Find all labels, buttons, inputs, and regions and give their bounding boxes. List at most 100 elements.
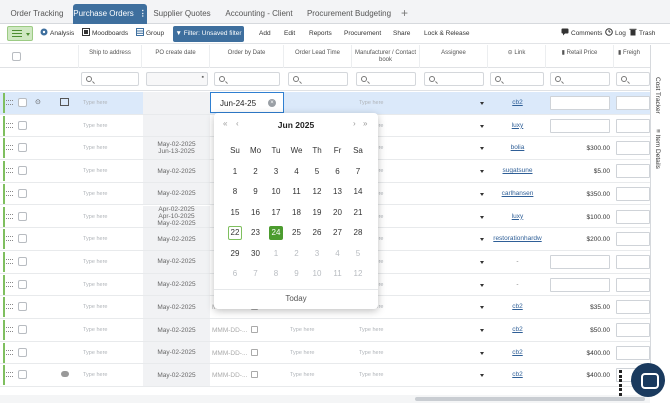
freight-input[interactable] xyxy=(616,300,650,315)
header-freight[interactable]: ▮ Freigh xyxy=(614,45,650,68)
ship-to-cell[interactable]: Type here xyxy=(83,123,107,129)
next-year-icon[interactable]: » xyxy=(363,119,367,128)
drag-handle-icon[interactable] xyxy=(6,236,13,242)
link-cell[interactable]: cb2 xyxy=(490,371,545,378)
calendar-day[interactable]: 4 xyxy=(290,165,304,179)
calendar-day[interactable]: 12 xyxy=(310,185,324,199)
calendar-day[interactable]: 28 xyxy=(351,226,365,240)
tab-order-tracking[interactable]: Order Tracking xyxy=(4,4,70,24)
item-details-tab[interactable]: ≡ Item Details xyxy=(654,129,661,169)
calendar-day[interactable]: 3 xyxy=(310,247,324,261)
row-checkbox[interactable] xyxy=(18,188,27,198)
today-button[interactable]: Today xyxy=(214,294,378,303)
ship-to-cell[interactable]: Type here xyxy=(83,100,107,106)
chat-button[interactable] xyxy=(631,363,665,397)
moodboards-button[interactable]: Moodboards xyxy=(82,27,128,41)
retail-price-input[interactable] xyxy=(550,277,610,292)
freight-input[interactable] xyxy=(616,209,650,224)
calendar-day[interactable]: 6 xyxy=(331,165,345,179)
clear-icon[interactable]: × xyxy=(268,99,276,107)
calendar-day[interactable]: 11 xyxy=(290,185,304,199)
header-manufacturer[interactable]: Manufacturer / Contact book xyxy=(352,45,420,68)
link-cell[interactable]: luxy xyxy=(490,213,545,220)
assignee-dropdown-icon[interactable] xyxy=(480,306,484,310)
assignee-dropdown-icon[interactable] xyxy=(480,215,484,219)
table-row[interactable]: Type here May-02-2025 MMM-DD-... Type here T… xyxy=(0,341,650,365)
link-cell[interactable]: restorationhardw xyxy=(490,235,545,242)
detail-icon[interactable] xyxy=(60,98,69,106)
drag-handle-icon[interactable] xyxy=(6,168,13,174)
menu-button[interactable] xyxy=(7,26,33,41)
group-button[interactable]: Group xyxy=(136,27,164,41)
row-checkbox[interactable] xyxy=(18,302,27,312)
drag-handle-icon[interactable] xyxy=(6,349,13,355)
row-checkbox[interactable] xyxy=(18,120,27,130)
row-checkbox[interactable] xyxy=(18,143,27,153)
calendar-day[interactable]: 3 xyxy=(269,165,283,179)
manufacturer-cell[interactable]: Type here xyxy=(359,372,383,378)
calendar-day[interactable]: 30 xyxy=(249,247,263,261)
retail-price-cell[interactable]: $400.00 xyxy=(548,372,611,379)
calendar-day[interactable]: 9 xyxy=(290,267,304,281)
drag-handle-icon[interactable] xyxy=(6,145,13,151)
calendar-day[interactable]: 29 xyxy=(228,247,242,261)
ship-to-cell[interactable]: Type here xyxy=(83,327,107,333)
tab-supplier-quotes[interactable]: Supplier Quotes xyxy=(150,4,214,24)
tab-more-icon[interactable]: ⋮ xyxy=(139,4,147,24)
freight-input[interactable] xyxy=(616,141,650,156)
calendar-day[interactable]: 6 xyxy=(228,267,242,281)
drag-handle-icon[interactable] xyxy=(6,122,13,128)
header-link[interactable]: ⊝ Link xyxy=(488,45,546,68)
order-by-cell[interactable]: MMM-DD-... xyxy=(212,348,259,357)
link-cell[interactable]: cb2 xyxy=(490,303,545,310)
assignee-dropdown-icon[interactable] xyxy=(480,102,484,105)
retail-price-input[interactable] xyxy=(550,254,610,269)
calendar-day[interactable]: 23 xyxy=(249,226,263,240)
link-cell[interactable]: cb2 xyxy=(490,99,545,106)
manufacturer-cell[interactable]: Type here xyxy=(359,350,383,356)
order-by-cell[interactable]: MMM-DD-... xyxy=(212,371,259,379)
lead-time-filter[interactable] xyxy=(288,72,348,86)
lock-release-button[interactable]: Lock & Release xyxy=(424,27,470,41)
edit-button[interactable]: Edit xyxy=(284,27,295,41)
ship-to-cell[interactable]: Type here xyxy=(83,350,107,356)
header-ship-to[interactable]: Ship to address xyxy=(79,45,142,68)
comments-button[interactable]: Comments xyxy=(561,27,602,41)
add-button[interactable]: Add xyxy=(259,27,271,41)
calendar-day[interactable]: 26 xyxy=(310,226,324,240)
calendar-day[interactable]: 11 xyxy=(331,267,345,281)
drag-handle-icon[interactable] xyxy=(6,100,13,105)
comment-icon[interactable] xyxy=(61,371,69,378)
ship-to-cell[interactable]: Type here xyxy=(83,236,107,242)
freight-input[interactable] xyxy=(616,323,650,337)
analysis-button[interactable]: Analysis xyxy=(40,27,74,41)
retail-price-cell[interactable]: $35.00 xyxy=(548,304,610,311)
calendar-day[interactable]: 1 xyxy=(228,165,242,179)
link-cell[interactable]: cb2 xyxy=(490,326,545,333)
share-button[interactable]: Share xyxy=(393,27,410,41)
calendar-day[interactable]: 5 xyxy=(310,165,324,179)
calendar-day[interactable]: 20 xyxy=(331,206,345,220)
link-cell[interactable]: bolia xyxy=(490,144,545,151)
freight-input[interactable] xyxy=(616,277,650,292)
assignee-filter[interactable] xyxy=(424,72,484,86)
freight-input[interactable] xyxy=(616,232,650,247)
freight-input[interactable] xyxy=(616,345,650,360)
table-row[interactable]: ⊙ Type here Type here cb2 xyxy=(0,92,650,115)
freight-input[interactable] xyxy=(616,254,650,269)
calendar-day[interactable]: 16 xyxy=(249,206,263,220)
procurement-button[interactable]: Procurement xyxy=(344,27,381,41)
calendar-day[interactable]: 25 xyxy=(290,226,304,240)
ship-to-cell[interactable]: Type here xyxy=(83,214,107,220)
lead-time-cell[interactable]: Type here xyxy=(290,327,314,333)
calendar-day[interactable]: 12 xyxy=(351,267,365,281)
ship-to-cell[interactable]: Type here xyxy=(83,282,107,288)
calendar-day[interactable]: 4 xyxy=(331,247,345,261)
next-month-icon[interactable]: › xyxy=(353,119,356,128)
calendar-day[interactable]: 2 xyxy=(249,165,263,179)
manufacturer-cell[interactable]: Type here xyxy=(359,327,383,333)
table-row[interactable]: Type here May-02-2025 MMM-DD-... Type here T… xyxy=(0,364,650,388)
freight-input[interactable] xyxy=(616,96,650,110)
lead-time-cell[interactable]: Type here xyxy=(290,372,314,378)
tab-accounting-client[interactable]: Accounting - Client xyxy=(220,4,298,24)
